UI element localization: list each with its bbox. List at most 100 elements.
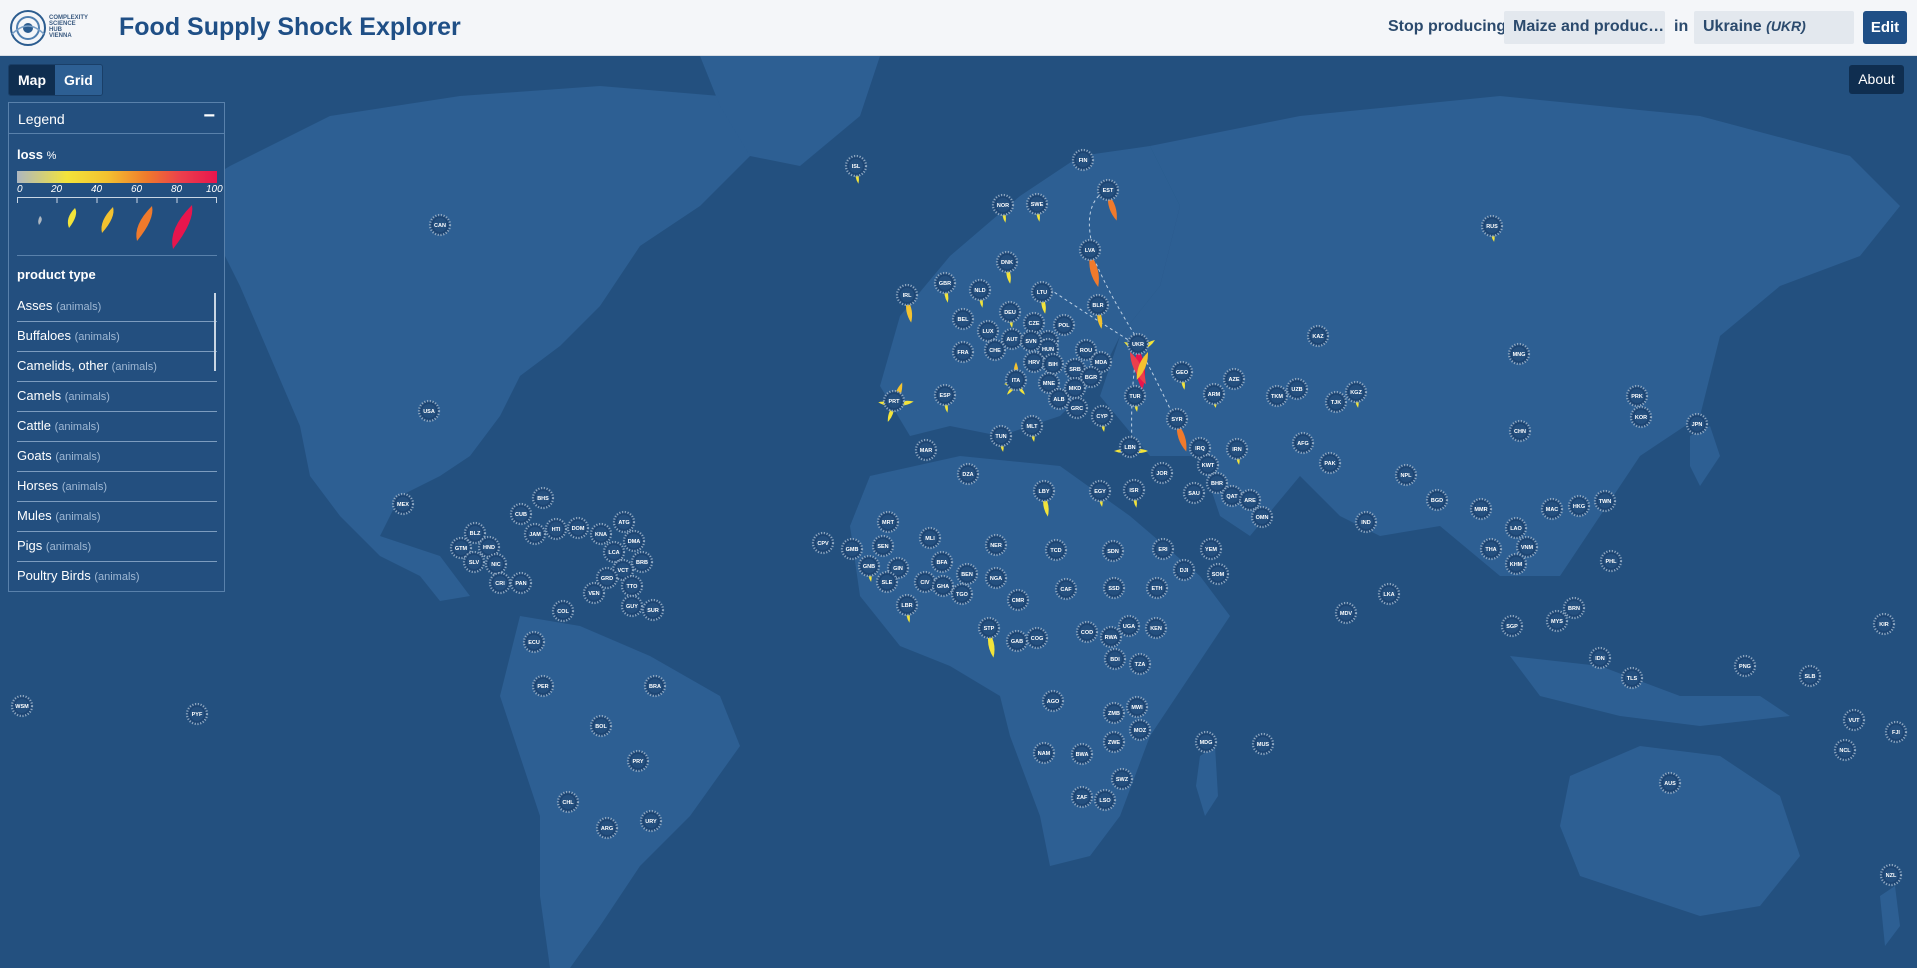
country-marker-pry[interactable]: PRY <box>626 749 650 773</box>
country-marker-ukr[interactable]: UKR <box>1126 332 1150 356</box>
country-marker-grc[interactable]: GRC <box>1065 396 1089 420</box>
country-marker-pak[interactable]: PAK <box>1318 451 1342 475</box>
country-marker-mrt[interactable]: MRT <box>876 510 900 534</box>
country-marker-fji[interactable]: FJI <box>1884 720 1908 744</box>
country-marker-nam[interactable]: NAM <box>1032 741 1056 765</box>
country-marker-sur[interactable]: SUR <box>641 598 665 622</box>
country-marker-kor[interactable]: KOR <box>1629 405 1653 429</box>
country-marker-ssd[interactable]: SSD <box>1102 576 1126 600</box>
country-marker-lbr[interactable]: LBR <box>895 593 919 617</box>
country-marker-nga[interactable]: NGA <box>984 566 1008 590</box>
country-marker-mlt[interactable]: MLT <box>1020 414 1044 438</box>
country-marker-ken[interactable]: KEN <box>1144 616 1168 640</box>
country-marker-kir[interactable]: KIR <box>1872 612 1896 636</box>
country-marker-brn[interactable]: BRN <box>1562 596 1586 620</box>
country-marker-arg[interactable]: ARG <box>595 816 619 840</box>
country-marker-lso[interactable]: LSO <box>1093 788 1117 812</box>
country-marker-yem[interactable]: YEM <box>1199 537 1223 561</box>
country-marker-eri[interactable]: ERI <box>1151 537 1175 561</box>
country-marker-mex[interactable]: MEX <box>391 492 415 516</box>
country-marker-usa[interactable]: USA <box>417 399 441 423</box>
country-marker-pan[interactable]: PAN <box>509 571 533 595</box>
country-marker-uga[interactable]: UGA <box>1117 614 1141 638</box>
country-marker-npl[interactable]: NPL <box>1394 463 1418 487</box>
country-marker-cri[interactable]: CRI <box>488 571 512 595</box>
country-marker-mng[interactable]: MNG <box>1507 342 1531 366</box>
country-marker-mdv[interactable]: MDV <box>1334 601 1358 625</box>
product-type-item[interactable]: Pigs (animals) <box>17 532 217 562</box>
country-marker-ago[interactable]: AGO <box>1041 689 1065 713</box>
country-marker-ury[interactable]: URY <box>639 809 663 833</box>
country-marker-cod[interactable]: COD <box>1075 620 1099 644</box>
country-marker-jpn[interactable]: JPN <box>1685 412 1709 436</box>
product-type-item[interactable]: Goats (animals) <box>17 442 217 472</box>
product-type-item[interactable]: Poultry Birds (animals) <box>17 562 217 589</box>
country-marker-mwi[interactable]: MWI <box>1125 695 1149 719</box>
country-marker-blr[interactable]: BLR <box>1086 293 1110 317</box>
about-button[interactable]: About <box>1849 65 1904 94</box>
country-marker-hti[interactable]: HTI <box>544 517 568 541</box>
country-marker-slv[interactable]: SLV <box>462 550 486 574</box>
country-marker-aut[interactable]: AUT <box>1000 327 1024 351</box>
country-marker-cpv[interactable]: CPV <box>811 531 835 555</box>
country-marker-tls[interactable]: TLS <box>1620 666 1644 690</box>
country-marker-bhs[interactable]: BHS <box>531 486 555 510</box>
country-marker-mkd[interactable]: MKD <box>1063 376 1087 400</box>
country-marker-are[interactable]: ARE <box>1238 488 1262 512</box>
country-marker-bel[interactable]: BEL <box>951 307 975 331</box>
map-view-button[interactable]: Map <box>9 65 55 95</box>
country-marker-ecu[interactable]: ECU <box>522 630 546 654</box>
country-marker-bfa[interactable]: BFA <box>930 550 954 574</box>
country-marker-uzb[interactable]: UZB <box>1285 377 1309 401</box>
country-marker-swz[interactable]: SWZ <box>1110 767 1134 791</box>
country-marker-syr[interactable]: SYR <box>1165 407 1189 431</box>
country-marker-jam[interactable]: JAM <box>523 522 547 546</box>
country-marker-mys[interactable]: MYS <box>1545 609 1569 633</box>
country-marker-nic[interactable]: NIC <box>484 552 508 576</box>
country-marker-col[interactable]: COL <box>551 599 575 623</box>
country-marker-zwe[interactable]: ZWE <box>1102 730 1126 754</box>
country-marker-som[interactable]: SOM <box>1206 562 1230 586</box>
country-marker-kaz[interactable]: KAZ <box>1306 324 1330 348</box>
country-marker-moz[interactable]: MOZ <box>1128 718 1152 742</box>
country-marker-prk[interactable]: PRK <box>1625 384 1649 408</box>
country-marker-mdg[interactable]: MDG <box>1194 730 1218 754</box>
country-marker-geo[interactable]: GEO <box>1170 360 1194 384</box>
country-marker-arm[interactable]: ARM <box>1202 382 1226 406</box>
country-marker-pyf[interactable]: PYF <box>185 702 209 726</box>
country-marker-egy[interactable]: EGY <box>1088 479 1112 503</box>
country-marker-gmb[interactable]: GMB <box>840 537 864 561</box>
country-marker-fin[interactable]: FIN <box>1071 148 1095 172</box>
country-marker-zaf[interactable]: ZAF <box>1070 785 1094 809</box>
country-marker-dma[interactable]: DMA <box>622 529 646 553</box>
country-marker-mus[interactable]: MUS <box>1251 732 1275 756</box>
country-marker-chn[interactable]: CHN <box>1508 419 1532 443</box>
legend-header[interactable]: Legend − <box>9 103 224 134</box>
country-marker-slb[interactable]: SLB <box>1798 664 1822 688</box>
country-marker-stp[interactable]: STP <box>977 616 1001 640</box>
product-type-item[interactable]: Asses (animals) <box>17 292 217 322</box>
country-marker-lka[interactable]: LKA <box>1377 582 1401 606</box>
country-marker-bol[interactable]: BOL <box>589 714 613 738</box>
collapse-icon[interactable]: − <box>203 105 215 128</box>
country-marker-cub[interactable]: CUB <box>509 502 533 526</box>
country-marker-est[interactable]: EST <box>1096 178 1120 202</box>
country-marker-rus[interactable]: RUS <box>1480 214 1504 238</box>
country-marker-hrv[interactable]: HRV <box>1022 350 1046 374</box>
country-marker-lux[interactable]: LUX <box>976 319 1000 343</box>
country-marker-tgo[interactable]: TGO <box>950 582 974 606</box>
country-marker-per[interactable]: PER <box>531 674 555 698</box>
country-marker-tcd[interactable]: TCD <box>1044 538 1068 562</box>
country-marker-ita[interactable]: ITA <box>1004 368 1028 392</box>
country-marker-tha[interactable]: THA <box>1479 537 1503 561</box>
country-marker-rwa[interactable]: RWA <box>1099 625 1123 649</box>
country-marker-aze[interactable]: AZE <box>1222 367 1246 391</box>
country-marker-bdi[interactable]: BDI <box>1103 647 1127 671</box>
country-marker-can[interactable]: CAN <box>428 213 452 237</box>
country-marker-bwa[interactable]: BWA <box>1070 742 1094 766</box>
product-type-item[interactable]: Horses (animals) <box>17 472 217 502</box>
country-marker-mar[interactable]: MAR <box>914 438 938 462</box>
country-marker-cze[interactable]: CZE <box>1022 311 1046 335</box>
country-selector[interactable]: Ukraine (UKR) <box>1694 11 1854 44</box>
country-marker-dji[interactable]: DJI <box>1172 558 1196 582</box>
